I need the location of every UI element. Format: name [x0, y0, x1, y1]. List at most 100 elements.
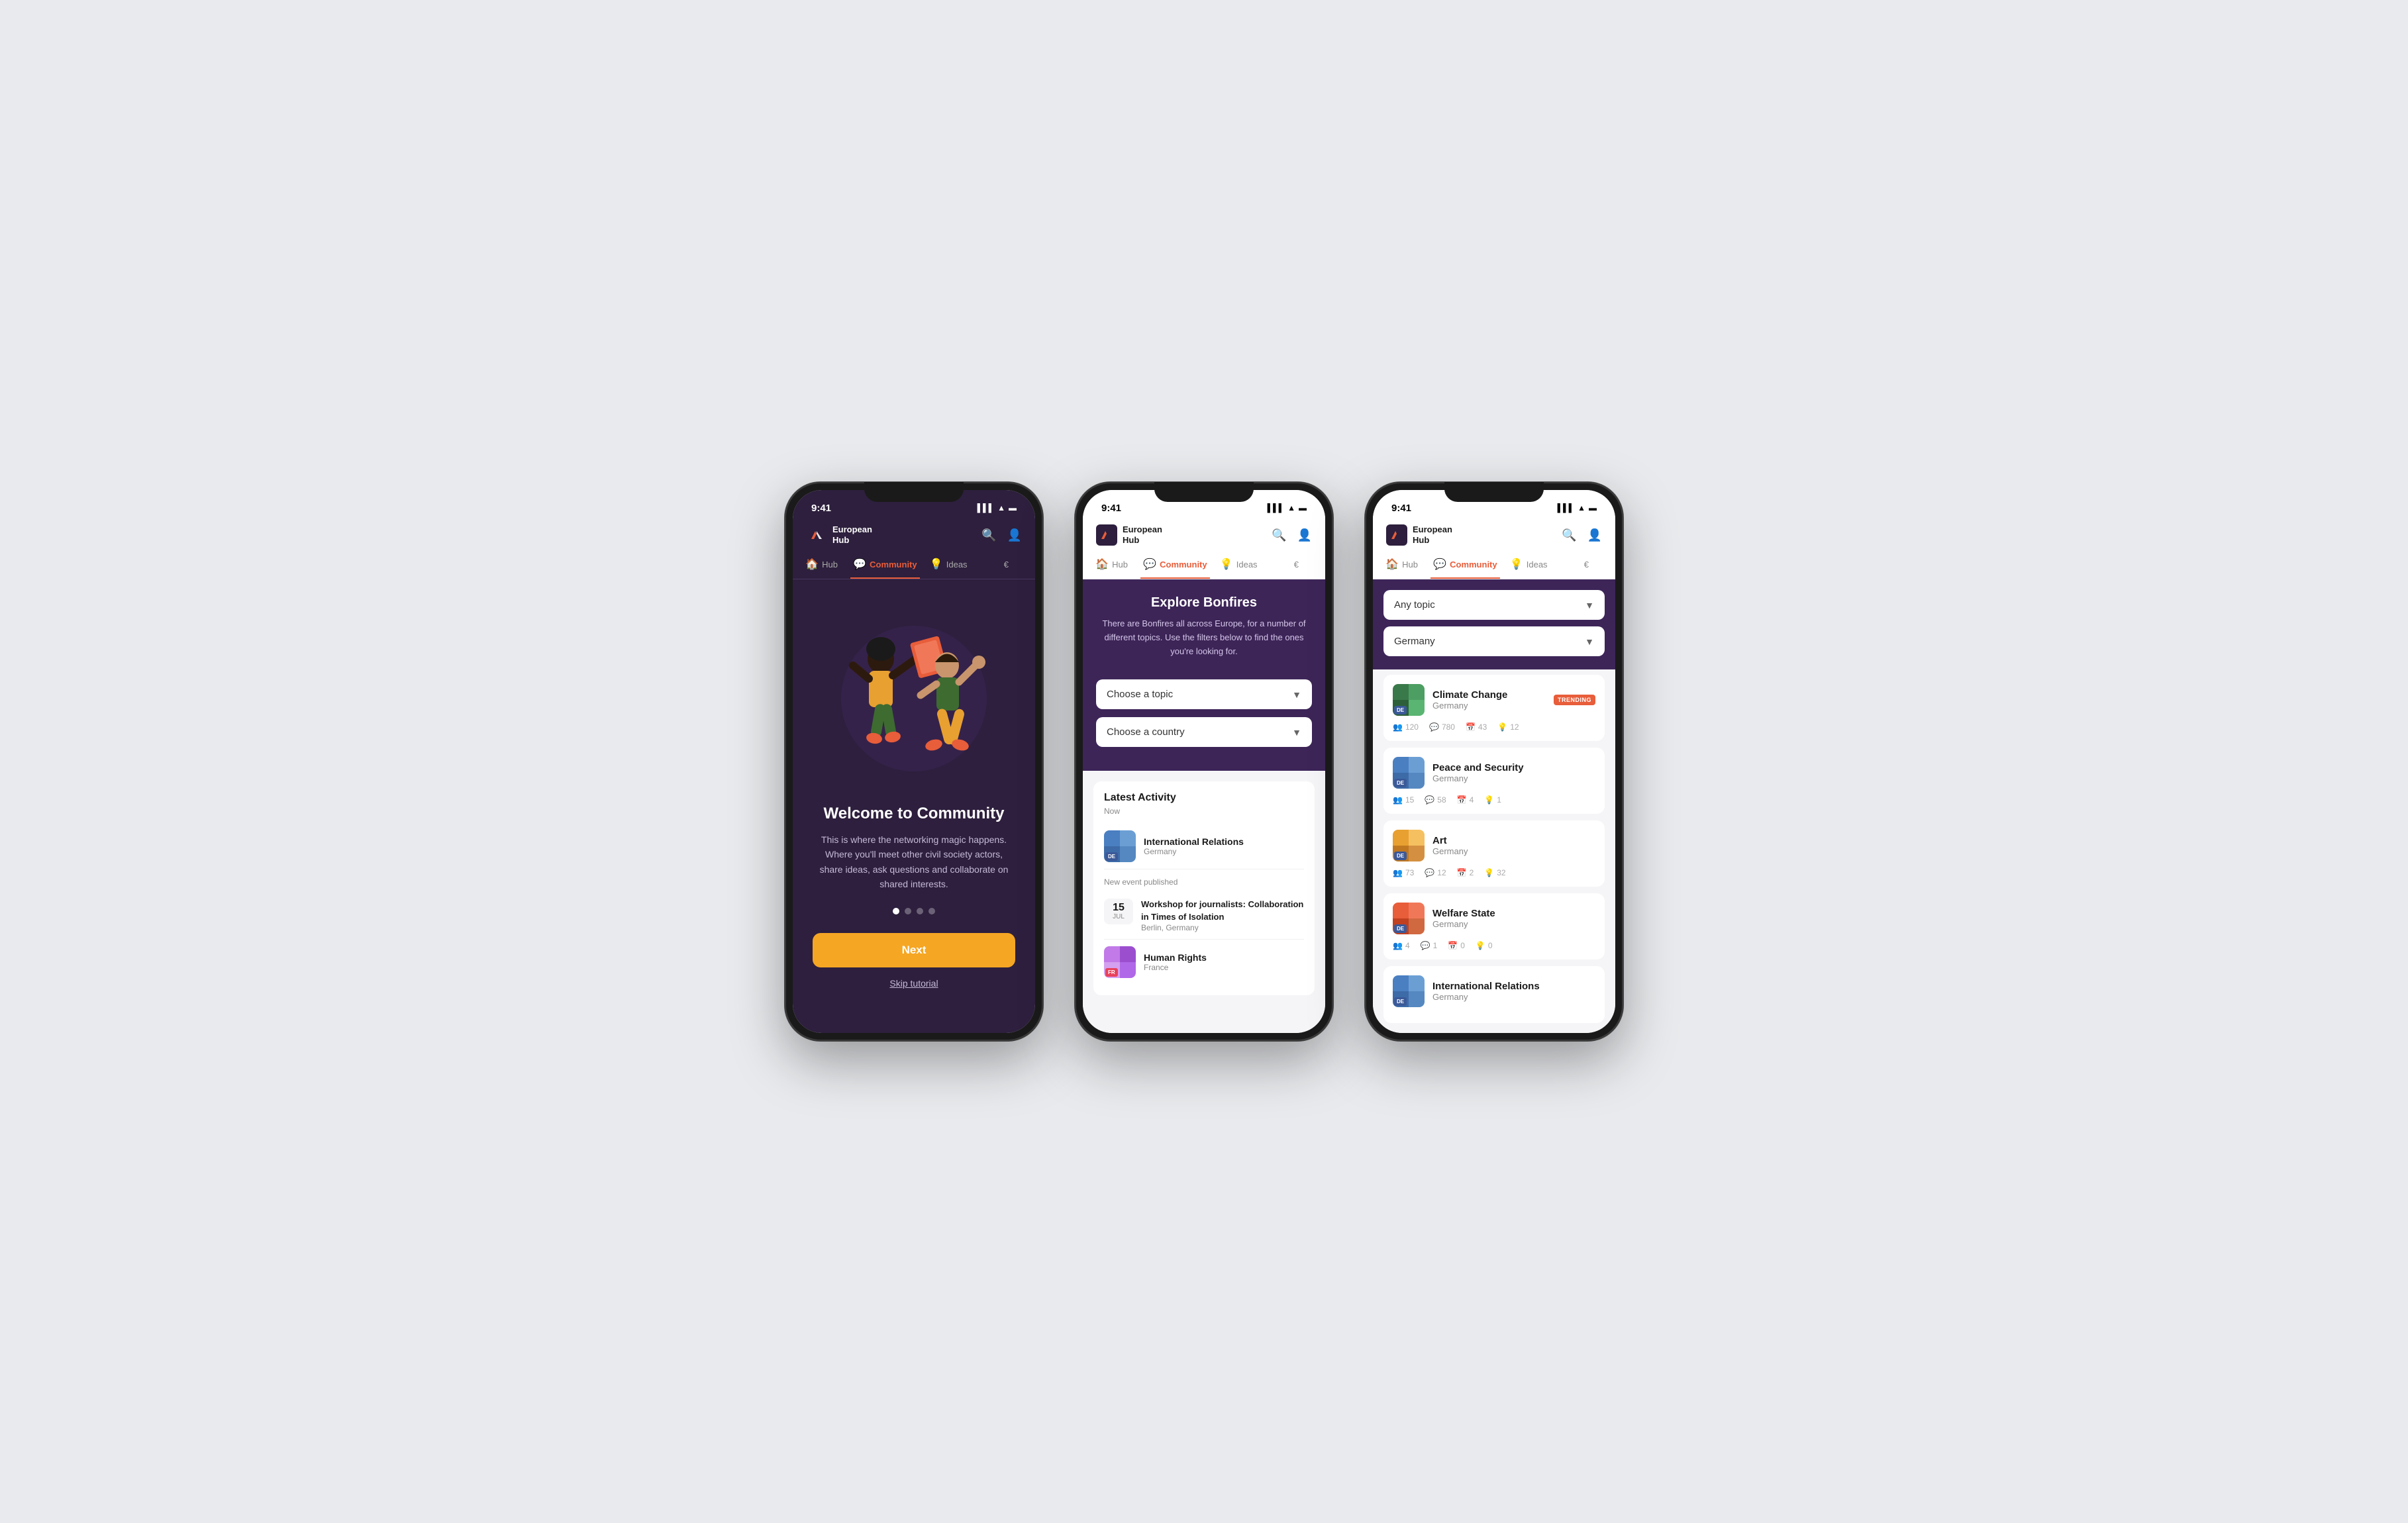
logo-icon-1 — [806, 524, 827, 546]
activity-item-1[interactable]: DE International Relations Germany — [1104, 824, 1304, 869]
app-header-1: European Hub 🔍 👤 — [793, 519, 1035, 551]
welfare-stats: 👥4 💬1 📅0 💡0 — [1393, 941, 1595, 950]
tab-hub-2[interactable]: 🏠 Hub — [1083, 551, 1140, 579]
logo-area-1: European Hub — [806, 524, 872, 546]
activity-title: Latest Activity — [1104, 792, 1304, 804]
de-badge-1: DE — [1105, 852, 1118, 861]
tab-community-1[interactable]: 💬 Community — [850, 551, 919, 579]
app-header-2: European Hub 🔍 👤 — [1083, 519, 1325, 551]
tab-community-3[interactable]: 💬 Community — [1430, 551, 1499, 579]
art-icon-wrapper: DE — [1393, 830, 1425, 861]
time-2: 9:41 — [1101, 503, 1121, 514]
bonfire-card-welfare[interactable]: DE Welfare State Germany 👥4 💬1 📅0 💡0 — [1383, 893, 1605, 959]
welcome-illustration — [821, 593, 1007, 791]
profile-icon-3[interactable]: 👤 — [1587, 528, 1602, 542]
chevron-down-icon: ▼ — [1292, 689, 1301, 700]
next-button[interactable]: Next — [813, 933, 1015, 967]
skip-tutorial-link[interactable]: Skip tutorial — [889, 978, 938, 989]
tab-hub-3[interactable]: 🏠 Hub — [1373, 551, 1430, 579]
intl-info: International Relations Germany — [1432, 981, 1540, 1002]
tab-community-2[interactable]: 💬 Community — [1140, 551, 1209, 579]
bonfire-icon-wrapper-2: FR — [1104, 946, 1136, 978]
tab-euro-1[interactable]: € — [978, 551, 1035, 579]
phone-1: 9:41 ▌▌▌ ▲ ▬ European — [785, 482, 1043, 1041]
wifi-icon: ▲ — [997, 503, 1005, 513]
bonfire-card-peace[interactable]: DE Peace and Security Germany 👥15 💬58 📅4 — [1383, 748, 1605, 814]
status-icons-3: ▌▌▌ ▲ ▬ — [1558, 503, 1597, 513]
battery-icon-2: ▬ — [1299, 503, 1307, 513]
tab-euro-3[interactable]: € — [1558, 551, 1615, 579]
fr-badge: FR — [1105, 968, 1118, 977]
notch-2 — [1154, 482, 1254, 502]
welcome-title: Welcome to Community — [824, 805, 1005, 823]
phone-2: 9:41 ▌▌▌ ▲ ▬ European — [1075, 482, 1333, 1041]
notch-3 — [1444, 482, 1544, 502]
header-icons-2: 🔍 👤 — [1272, 528, 1312, 542]
event-item-1[interactable]: 15 JUL Workshop for journalists: Collabo… — [1104, 892, 1304, 939]
activity-info-2: Human Rights France — [1144, 952, 1207, 972]
activity-time: Now — [1104, 807, 1304, 816]
welfare-de-badge: DE — [1394, 924, 1407, 933]
intl-de-badge: DE — [1394, 997, 1407, 1006]
signal-icon-3: ▌▌▌ — [1558, 503, 1575, 513]
tab-hub-1[interactable]: 🏠 Hub — [793, 551, 850, 579]
profile-icon-2[interactable]: 👤 — [1297, 528, 1312, 542]
chevron-down-icon-2: ▼ — [1292, 727, 1301, 738]
search-icon-1[interactable]: 🔍 — [981, 528, 996, 542]
bonfire-card-climate[interactable]: DE Climate Change Germany TRENDING 👥120 … — [1383, 675, 1605, 741]
logo-area-3: European Hub — [1386, 524, 1452, 546]
search-icon-2[interactable]: 🔍 — [1272, 528, 1286, 542]
intl-icon-wrapper: DE — [1393, 975, 1425, 1007]
art-stats: 👥73 💬12 📅2 💡32 — [1393, 868, 1595, 877]
dot-3 — [917, 908, 923, 914]
dot-2 — [905, 908, 911, 914]
country-filter-2[interactable]: Choose a country ▼ — [1096, 717, 1312, 747]
welfare-info: Welfare State Germany — [1432, 908, 1495, 929]
nav-tabs-3: 🏠 Hub 💬 Community 💡 Ideas € — [1373, 551, 1615, 579]
topic-filter-2[interactable]: Choose a topic ▼ — [1096, 679, 1312, 709]
phone3-content: Any topic ▼ Germany ▼ — [1373, 579, 1615, 1033]
time-1: 9:41 — [811, 503, 831, 514]
nav-tabs-1: 🏠 Hub 💬 Community 💡 Ideas € — [793, 551, 1035, 579]
climate-de-badge: DE — [1394, 706, 1407, 714]
event-info: Workshop for journalists: Collaboration … — [1141, 899, 1304, 932]
peace-icon-wrapper: DE — [1393, 757, 1425, 789]
status-icons-2: ▌▌▌ ▲ ▬ — [1268, 503, 1307, 513]
search-icon-3[interactable]: 🔍 — [1562, 528, 1576, 542]
welcome-desc: This is where the networking magic happe… — [813, 832, 1015, 892]
bonfire-card-intl[interactable]: DE International Relations Germany — [1383, 966, 1605, 1023]
phone-3: 9:41 ▌▌▌ ▲ ▬ European — [1365, 482, 1623, 1041]
header-icons-3: 🔍 👤 — [1562, 528, 1602, 542]
header-icons-1: 🔍 👤 — [981, 528, 1022, 542]
chevron-down-icon-3: ▼ — [1585, 600, 1594, 611]
chevron-down-icon-4: ▼ — [1585, 636, 1594, 647]
tab-ideas-3[interactable]: 💡 Ideas — [1500, 551, 1558, 579]
phone2-content: Explore Bonfires There are Bonfires all … — [1083, 579, 1325, 1033]
bonfire-list: DE Climate Change Germany TRENDING 👥120 … — [1373, 669, 1615, 1033]
event-date: 15 JUL — [1104, 899, 1133, 924]
tab-ideas-1[interactable]: 💡 Ideas — [920, 551, 978, 579]
event-subtitle: New event published — [1104, 877, 1304, 887]
dot-1 — [893, 908, 899, 914]
art-info: Art Germany — [1432, 835, 1468, 856]
activity-info-1: International Relations Germany — [1144, 836, 1244, 856]
signal-icon-2: ▌▌▌ — [1268, 503, 1285, 513]
activity-section: Latest Activity Now DE — [1093, 781, 1315, 995]
explore-header: Explore Bonfires There are Bonfires all … — [1083, 579, 1325, 679]
climate-info: Climate Change Germany — [1432, 689, 1507, 711]
bonfire-card-art[interactable]: DE Art Germany 👥73 💬12 📅2 💡32 — [1383, 820, 1605, 887]
tab-ideas-2[interactable]: 💡 Ideas — [1210, 551, 1268, 579]
phone1-content: Welcome to Community This is where the n… — [793, 579, 1035, 1033]
profile-icon-1[interactable]: 👤 — [1007, 528, 1022, 542]
tab-euro-2[interactable]: € — [1268, 551, 1325, 579]
climate-stats: 👥120 💬780 📅43 💡12 — [1393, 722, 1595, 732]
phones-container: 9:41 ▌▌▌ ▲ ▬ European — [785, 482, 1623, 1041]
activity-item-2[interactable]: FR Human Rights France — [1104, 940, 1304, 985]
battery-icon: ▬ — [1009, 503, 1017, 513]
dot-4 — [928, 908, 935, 914]
art-de-badge: DE — [1394, 852, 1407, 860]
country-filter-3[interactable]: Germany ▼ — [1383, 626, 1605, 656]
topic-filter-3[interactable]: Any topic ▼ — [1383, 590, 1605, 620]
notch-1 — [864, 482, 964, 502]
logo-icon-3 — [1386, 524, 1407, 546]
